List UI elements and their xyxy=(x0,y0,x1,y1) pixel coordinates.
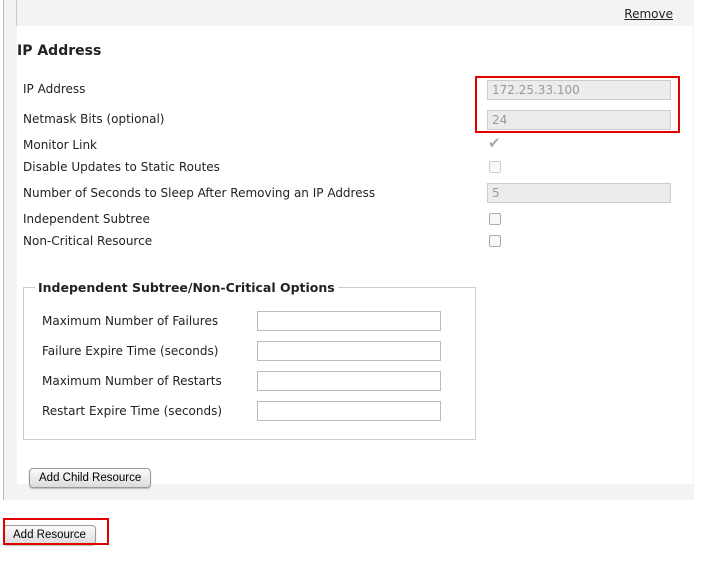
netmask-label: Netmask Bits (optional) xyxy=(23,112,165,126)
failure-expire-label: Failure Expire Time (seconds) xyxy=(42,344,219,358)
options-legend: Independent Subtree/Non-Critical Options xyxy=(35,280,338,295)
previous-resource-box: Remove xyxy=(16,0,694,26)
max-restarts-input[interactable] xyxy=(257,371,441,391)
monitor-link-label: Monitor Link xyxy=(23,138,98,152)
max-failures-input[interactable] xyxy=(257,311,441,331)
add-resource-highlight xyxy=(3,518,109,545)
highlight-box xyxy=(475,76,680,133)
failure-expire-input[interactable] xyxy=(257,341,441,361)
max-failures-label: Maximum Number of Failures xyxy=(42,314,219,328)
section-title: IP Address xyxy=(17,43,102,59)
independent-subtree-checkbox[interactable] xyxy=(489,213,501,225)
disable-updates-label: Disable Updates to Static Routes xyxy=(23,160,220,174)
ip-address-label: IP Address xyxy=(23,82,86,96)
restart-expire-input[interactable] xyxy=(257,401,441,421)
independent-subtree-label: Independent Subtree xyxy=(23,212,150,226)
max-restarts-label: Maximum Number of Restarts xyxy=(42,374,222,388)
non-critical-checkbox[interactable] xyxy=(489,235,501,247)
sleep-seconds-label: Number of Seconds to Sleep After Removin… xyxy=(23,186,376,200)
sleep-seconds-input[interactable] xyxy=(487,183,671,203)
remove-link[interactable]: Remove xyxy=(624,7,673,21)
disable-updates-checkbox[interactable] xyxy=(489,161,501,173)
restart-expire-label: Restart Expire Time (seconds) xyxy=(42,404,223,418)
monitor-link-checkbox[interactable]: ✔ xyxy=(488,134,501,152)
add-child-resource-button[interactable]: Add Child Resource xyxy=(29,468,152,488)
non-critical-label: Non-Critical Resource xyxy=(23,234,153,248)
